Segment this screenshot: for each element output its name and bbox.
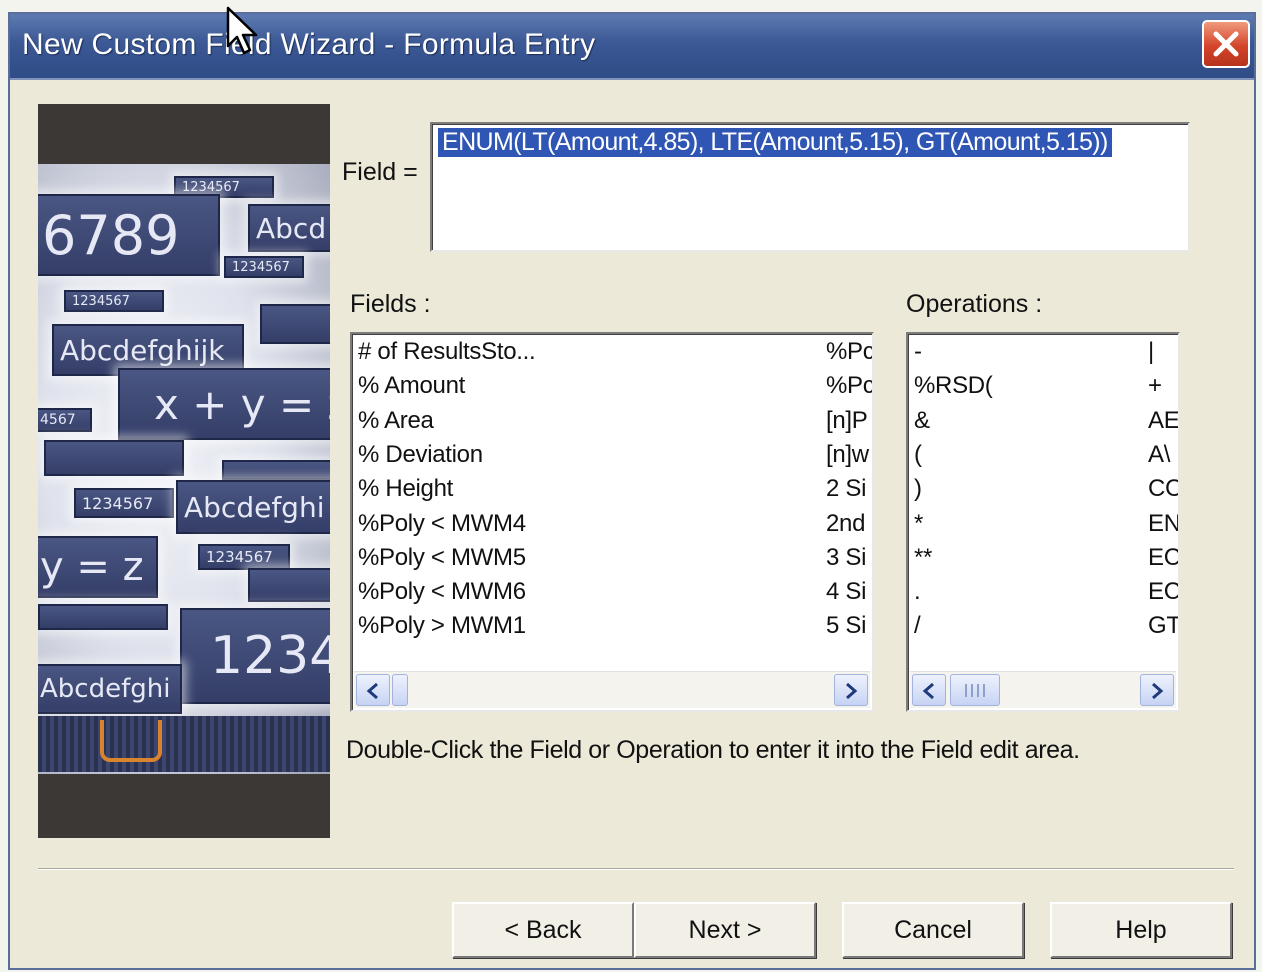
fields-scroll-left-button[interactable] [356, 674, 390, 706]
close-icon [1213, 31, 1239, 57]
art-tile [38, 604, 168, 630]
art-tile: 4567 [38, 408, 92, 432]
list-item[interactable]: AE [1148, 407, 1178, 435]
operations-scroll-right-button[interactable] [1140, 674, 1174, 706]
wizard-side-image: 1234567 6789 Abcd 1234567 1234567 Abcdef… [38, 104, 330, 838]
list-item[interactable]: 4 Si [826, 578, 866, 606]
art-tile [222, 460, 330, 480]
list-item[interactable]: %RSD( [914, 372, 993, 400]
art-tile: 1234567 [198, 544, 290, 570]
field-formula-text[interactable]: ENUM(LT(Amount,4.85), LTE(Amount,5.15), … [438, 128, 1112, 157]
list-item[interactable]: ( [914, 441, 922, 469]
list-item[interactable]: EC [1148, 544, 1178, 572]
close-button[interactable] [1202, 20, 1250, 68]
instruction-text: Double-Click the Field or Operation to e… [346, 736, 1080, 764]
list-item[interactable]: % Area [358, 407, 434, 435]
operations-scroll-thumb[interactable] [950, 674, 1000, 706]
operations-listbox[interactable]: - | %RSD( + & AE ( A\) CC * EN ** EC. EC / GT [906, 332, 1180, 712]
art-tile: Abcdefghi [38, 664, 182, 714]
list-item[interactable]: EN [1148, 510, 1178, 538]
list-item[interactable]: %Poly < MWM5 [358, 544, 526, 572]
list-item[interactable]: A\ [1148, 441, 1170, 469]
list-item[interactable]: ) [914, 475, 922, 503]
wizard-dialog: New Custom Field Wizard - Formula Entry … [8, 12, 1256, 970]
list-item[interactable]: # of ResultsSto... [358, 338, 536, 366]
fields-scroll-right-button[interactable] [834, 674, 868, 706]
list-item[interactable]: %Poly < MWM6 [358, 578, 526, 606]
chevron-right-icon [846, 682, 858, 700]
art-tile: y = z [38, 536, 158, 598]
fields-scroll-thumb[interactable] [392, 674, 408, 706]
list-item[interactable]: | [1148, 338, 1154, 366]
cancel-button[interactable]: Cancel [842, 902, 1024, 958]
chevron-left-icon [366, 682, 378, 700]
help-button[interactable]: Help [1050, 902, 1232, 958]
operations-label: Operations : [906, 290, 1043, 318]
art-tile: 1234 [180, 608, 330, 704]
list-item[interactable]: %Poly > MWM1 [358, 612, 526, 640]
list-item[interactable]: / [914, 612, 921, 640]
mouse-cursor-icon [226, 6, 258, 55]
operations-horizontal-scrollbar[interactable] [910, 671, 1176, 708]
list-item[interactable]: EC [1148, 578, 1178, 606]
art-tile: Abcdefghi [176, 480, 330, 534]
chevron-right-icon [1152, 682, 1164, 700]
list-item[interactable]: & [914, 407, 930, 435]
art-tile: 1234567 [224, 256, 304, 278]
chevron-left-icon [922, 682, 934, 700]
art-tile [248, 568, 330, 602]
list-item[interactable]: - [914, 338, 922, 366]
art-tile: 1234567 [64, 290, 164, 312]
list-item[interactable]: [n]w [826, 441, 869, 469]
fields-label: Fields : [350, 290, 431, 318]
art-tile: 6789 [38, 194, 220, 276]
fields-listbox[interactable]: # of ResultsSto... %Pc % Amount %Pc % Area [n… [350, 332, 874, 712]
list-item[interactable]: 2 Si [826, 475, 866, 503]
button-divider [38, 868, 1234, 870]
list-item[interactable]: . [914, 578, 921, 606]
next-button[interactable]: Next > [634, 902, 816, 958]
operations-scroll-left-button[interactable] [912, 674, 946, 706]
list-item[interactable]: 3 Si [826, 544, 866, 572]
list-item[interactable]: * [914, 510, 923, 538]
art-tile [260, 304, 330, 344]
list-item[interactable]: [n]P [826, 407, 868, 435]
list-item[interactable]: % Amount [358, 372, 465, 400]
art-tile [44, 440, 184, 476]
window-title: New Custom Field Wizard - Formula Entry [22, 28, 596, 61]
back-button[interactable]: < Back [452, 902, 634, 958]
fields-horizontal-scrollbar[interactable] [354, 671, 870, 708]
list-item[interactable]: %Poly < MWM4 [358, 510, 526, 538]
list-item[interactable]: % Height [358, 475, 453, 503]
list-item[interactable]: %Pc [826, 338, 872, 366]
art-tile: Abcd [248, 204, 330, 252]
list-item[interactable]: 2nd [826, 510, 865, 538]
art-tile: x + y = z [118, 368, 330, 440]
art-slot [100, 720, 162, 762]
field-edit-area[interactable]: ENUM(LT(Amount,4.85), LTE(Amount,5.15), … [430, 122, 1190, 252]
list-item[interactable]: %Pc [826, 372, 872, 400]
list-item[interactable]: CC [1148, 475, 1178, 503]
art-tile: 1234567 [74, 488, 174, 518]
list-item[interactable]: ** [914, 544, 932, 572]
list-item[interactable]: % Deviation [358, 441, 483, 469]
art-bar [38, 716, 330, 772]
field-label: Field = [342, 158, 418, 186]
list-item[interactable]: + [1148, 372, 1162, 400]
wizard-art: 1234567 6789 Abcd 1234567 1234567 Abcdef… [38, 164, 330, 774]
list-item[interactable]: GT [1148, 612, 1178, 640]
list-item[interactable]: 5 Si [826, 612, 866, 640]
title-bar[interactable]: New Custom Field Wizard - Formula Entry [10, 14, 1254, 80]
